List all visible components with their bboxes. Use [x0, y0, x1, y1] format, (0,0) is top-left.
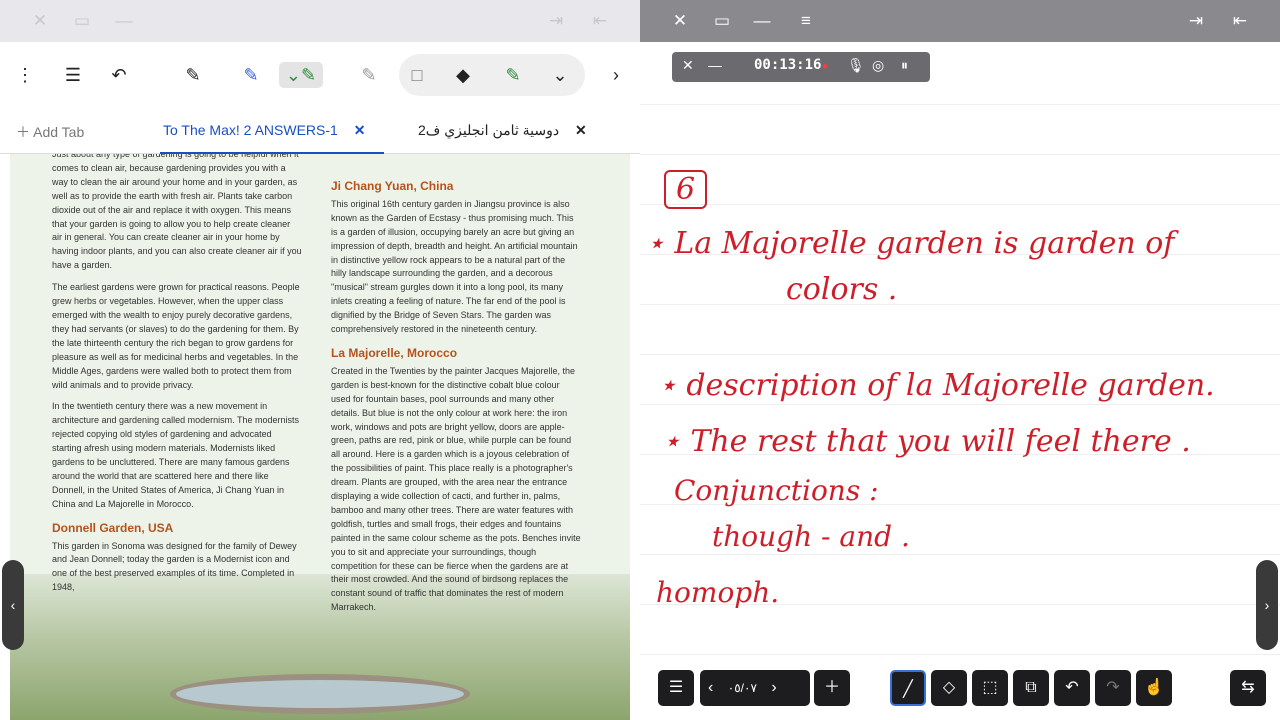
close-icon[interactable]: ✕: [682, 57, 694, 74]
note-line: ⋆ La Majorelle garden is garden of: [646, 226, 1175, 261]
page-nav: ‹ ٠٥/٠٧ ›: [700, 670, 810, 706]
left-window-bar: ✕ ▭ — ⇥ ⇤: [0, 0, 640, 42]
history-paragraph: The earliest gardens were grown for prac…: [52, 282, 300, 390]
pen-tool-icon[interactable]: ╱: [890, 670, 926, 706]
collapse-icon[interactable]: ⇤: [590, 11, 610, 31]
close-tab-icon[interactable]: ✕: [575, 122, 587, 138]
note-line: homoph.: [656, 576, 780, 609]
shape-tool-icon[interactable]: ⧉: [1013, 670, 1049, 706]
note-line: colors .: [786, 272, 898, 307]
pen-green-icon[interactable]: ⌄✎: [279, 62, 323, 88]
annotation-toolbar: ⋮ ☰ ↶ ✎ ✎ ⌄✎ ✎ □ ◆ ✎ ⌄ ›: [0, 42, 640, 106]
close-tab-icon[interactable]: ✕: [354, 122, 366, 138]
note-line: Conjunctions :: [674, 474, 879, 507]
touch-icon[interactable]: ☝: [1136, 670, 1172, 706]
page-navigator: ☰ ‹ ٠٥/٠٧ › ＋: [658, 670, 850, 706]
tab-arabic-label: دوسية ثامن انجليزي ف2: [418, 122, 560, 138]
undo-icon[interactable]: ↶: [1054, 670, 1090, 706]
next-page-icon[interactable]: ›: [771, 679, 776, 696]
chevron-down-icon[interactable]: ⌄: [547, 62, 573, 88]
ji-chang-paragraph: This original 16th century garden in Jia…: [331, 198, 578, 335]
collapse-icon[interactable]: ⇤: [1230, 11, 1250, 31]
stop-icon[interactable]: ◎: [872, 57, 884, 74]
modernism-paragraph: In the twentieth century there was a new…: [52, 401, 299, 509]
page-indicator: ٠٥/٠٧: [727, 681, 757, 695]
note-line: though - and .: [712, 520, 910, 553]
redo-icon[interactable]: ↷: [1095, 670, 1131, 706]
note-line: ⋆ description of la Majorelle garden.: [658, 368, 1215, 403]
settings-area: ⇆: [1230, 670, 1266, 706]
plus-icon: ＋: [16, 124, 30, 140]
undo-icon[interactable]: ↶: [106, 62, 132, 88]
ji-chang-heading: Ji Chang Yuan, China: [331, 179, 454, 193]
donnell-paragraph: This garden in Sonoma was designed for t…: [52, 540, 297, 593]
window-layout-icon[interactable]: ▭: [72, 11, 92, 31]
note-line: ⋆ The rest that you will feel there .: [662, 424, 1191, 459]
chevron-right-icon[interactable]: ›: [603, 62, 629, 88]
notes-pane: ✕ ▭ — ≡ ⇥ ⇤ ✕ — 00:13:16 ● 🎙 ◎ ⏸ 6 ⋆ La …: [640, 0, 1280, 720]
tab-arabic[interactable]: دوسية ثامن انجليزي ف2 ✕: [418, 122, 587, 139]
menu-icon[interactable]: ≡: [796, 11, 816, 31]
text-tool-icon[interactable]: ☰: [60, 62, 86, 88]
expand-icon[interactable]: ⇥: [1186, 11, 1206, 31]
pen-active-icon[interactable]: ✎: [500, 62, 526, 88]
eraser-tool-icon[interactable]: ◇: [931, 670, 967, 706]
minimize-icon[interactable]: —: [708, 57, 722, 73]
add-page-icon[interactable]: ＋: [814, 670, 850, 706]
screen-recorder: ✕ — 00:13:16 ● 🎙 ◎ ⏸: [672, 52, 930, 82]
close-icon[interactable]: ✕: [30, 11, 50, 31]
toggle-icon[interactable]: ⇆: [1230, 670, 1266, 706]
highlighter-icon[interactable]: ✎: [356, 62, 382, 88]
minimize-icon[interactable]: —: [114, 11, 134, 31]
add-tab-label: Add Tab: [33, 124, 85, 140]
close-icon[interactable]: ✕: [670, 11, 690, 31]
document-pane: ✕ ▭ — ⇥ ⇤ ⋮ ☰ ↶ ✎ ✎ ⌄✎ ✎ □ ◆ ✎ ⌄ › ＋ Add…: [0, 0, 640, 720]
tab-answers-label: To The Max! 2 ANSWERS-1: [163, 122, 338, 138]
document-page: Just about any type of gardening is goin…: [10, 154, 630, 720]
shape-icon[interactable]: □: [404, 62, 430, 88]
drawing-tools: ╱ ◇ ⬚ ⧉ ↶ ↷ ☝: [890, 670, 1180, 706]
pen-blue-icon[interactable]: ✎: [238, 62, 264, 88]
la-majorelle-paragraph: Created in the Twenties by the painter J…: [331, 365, 581, 613]
donnell-heading: Donnell Garden, USA: [52, 520, 174, 535]
la-majorelle-heading: La Majorelle, Morocco: [331, 345, 458, 360]
left-page-handle[interactable]: ‹: [2, 560, 24, 650]
tab-bar: ＋ Add Tab To The Max! 2 ANSWERS-1 ✕ دوسي…: [0, 106, 640, 154]
intro-paragraph: Just about any type of gardening is goin…: [52, 154, 302, 271]
record-dot-icon: ●: [822, 61, 829, 72]
lasso-tool-icon[interactable]: ⬚: [972, 670, 1008, 706]
right-page-handle[interactable]: ›: [1256, 560, 1278, 650]
back-icon[interactable]: ⇥: [546, 11, 566, 31]
add-tab-button[interactable]: ＋ Add Tab: [16, 122, 84, 142]
record-time: 00:13:16: [754, 57, 822, 73]
window-layout-icon[interactable]: ▭: [712, 11, 732, 31]
tab-answers[interactable]: To The Max! 2 ANSWERS-1 ✕: [163, 122, 365, 139]
list-icon[interactable]: ☰: [658, 670, 694, 706]
note-number: 6: [664, 170, 708, 209]
pause-icon[interactable]: ⏸: [901, 57, 908, 74]
prev-page-icon[interactable]: ‹: [708, 679, 713, 696]
pen-black-icon[interactable]: ✎: [180, 62, 206, 88]
eraser-icon[interactable]: ◆: [450, 62, 476, 88]
minimize-icon[interactable]: —: [752, 11, 772, 31]
right-window-bar: ✕ ▭ — ≡ ⇥ ⇤: [640, 0, 1280, 42]
more-icon[interactable]: ⋮: [12, 62, 38, 88]
mic-icon[interactable]: 🎙: [847, 57, 865, 74]
